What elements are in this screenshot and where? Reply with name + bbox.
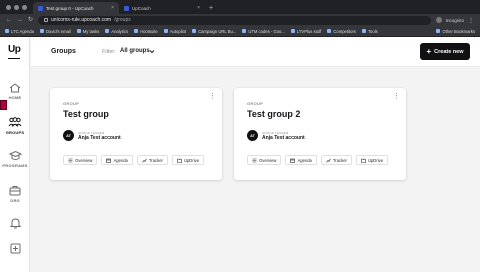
browser-tab-bar: Test group 0 - UpCoach × UpCoach × +	[0, 0, 480, 14]
page-title: Groups	[51, 48, 76, 55]
maximize-window-dot[interactable]	[22, 5, 27, 10]
close-tab-icon[interactable]: ×	[111, 5, 114, 11]
card-actions: Overview Agenda Tracker UpDrive	[247, 155, 389, 165]
calendar-icon	[290, 158, 296, 163]
bookmark-item[interactable]: Hootsuite	[134, 29, 158, 34]
sidebar-marker	[0, 100, 7, 110]
bookmark-item[interactable]: Analytics	[105, 29, 128, 34]
card-actions: Overview Agenda Tracker UpDrive	[63, 155, 205, 165]
folder-icon	[177, 158, 182, 163]
tracker-icon	[326, 158, 331, 163]
plus-icon: +	[426, 46, 432, 56]
bookmark-item[interactable]: Tools	[361, 29, 378, 34]
lock-icon	[44, 18, 49, 22]
list-icon	[252, 158, 257, 162]
back-arrow-icon[interactable]: ←	[6, 17, 12, 23]
close-tab-icon[interactable]: ×	[197, 5, 200, 11]
tracker-icon	[142, 158, 147, 163]
bookmark-item[interactable]: David's email	[39, 29, 71, 34]
avatar: AT	[247, 130, 258, 141]
incognito-icon[interactable]	[435, 17, 442, 23]
programs-icon	[8, 150, 22, 160]
bookmark-item[interactable]: Campaign URL Bu...	[192, 29, 236, 34]
browser-tab[interactable]: UpCoach ×	[119, 2, 205, 14]
window-controls[interactable]	[0, 5, 33, 14]
leader-name: Anja Test account	[78, 135, 121, 141]
bookmark-item[interactable]: Competitors	[327, 29, 356, 34]
filter-label: Filter:	[102, 48, 116, 55]
app-sidebar: Up HOME GROUPS PROGRAMS ORG	[0, 37, 30, 272]
card-type-label: GROUP	[247, 101, 264, 106]
updrive-button[interactable]: UpDrive	[171, 155, 205, 165]
card-type-label: GROUP	[63, 101, 80, 106]
bookmark-item[interactable]: My tasks	[76, 29, 99, 34]
groups-icon	[8, 117, 22, 127]
bookmark-item[interactable]: Autopilot	[163, 29, 186, 34]
overview-button[interactable]: Overview	[247, 155, 282, 165]
browser-toolbar-right: Incognito ⋮	[435, 17, 474, 24]
url-input[interactable]: unicorns-rule.upcoach.com/groups	[38, 15, 431, 25]
minimize-window-dot[interactable]	[14, 5, 19, 10]
chevron-down-icon[interactable]	[149, 49, 155, 54]
other-bookmarks[interactable]: Other Bookmarks	[436, 29, 475, 34]
sidebar-item-programs[interactable]: PROGRAMS	[0, 150, 30, 168]
avatar: AT	[63, 130, 74, 141]
sidebar-item-org[interactable]: ORG	[0, 185, 30, 203]
logo-underline	[8, 58, 20, 59]
card-menu-icon[interactable]: ⋮	[209, 93, 216, 100]
close-window-dot[interactable]	[6, 5, 11, 10]
group-card[interactable]: GROUP Test group 2 ⋮ AT GROUP LEADER Anj…	[234, 88, 406, 180]
sidebar-item-home[interactable]: HOME	[0, 83, 30, 100]
add-square-icon	[10, 243, 20, 254]
browser-menu-icon[interactable]: ⋮	[468, 17, 474, 24]
bookmark-item[interactable]: UTM codes - Goo...	[242, 29, 285, 34]
url-path: /groups	[114, 17, 131, 23]
upcoach-favicon-icon	[124, 5, 129, 11]
reload-icon[interactable]: ↻	[28, 17, 33, 23]
sidebar-item-add[interactable]	[0, 243, 30, 254]
folder-icon	[361, 158, 366, 163]
group-name[interactable]: Test group 2	[247, 109, 300, 119]
overview-button[interactable]: Overview	[63, 155, 98, 165]
group-card[interactable]: GROUP Test group ⋮ AT GROUP LEADER Anja …	[50, 88, 222, 180]
main-content: Groups Filter: All groups + Create new G…	[31, 37, 480, 272]
profile-label: Incognito	[445, 17, 464, 23]
list-icon	[68, 158, 73, 162]
bell-icon	[9, 218, 21, 229]
tracker-button[interactable]: Tracker	[320, 155, 352, 165]
calendar-icon	[106, 158, 112, 163]
card-menu-icon[interactable]: ⋮	[393, 93, 400, 100]
sidebar-item-notifications[interactable]	[0, 217, 30, 229]
address-bar: ← → ↻ unicorns-rule.upcoach.com/groups I…	[0, 14, 480, 26]
agenda-button[interactable]: Agenda	[285, 155, 317, 165]
agenda-button[interactable]: Agenda	[101, 155, 133, 165]
bookmark-item[interactable]: LTVPlus stuff	[290, 29, 321, 34]
upcoach-logo[interactable]: Up	[8, 44, 21, 55]
tab-title: Test group 0 - UpCoach	[46, 5, 94, 11]
tab-title: UpCoach	[132, 5, 151, 11]
home-icon	[9, 83, 21, 93]
org-icon	[9, 186, 21, 196]
url-host: unicorns-rule.upcoach.com	[51, 17, 112, 23]
create-new-button[interactable]: + Create new	[420, 43, 470, 60]
tracker-button[interactable]: Tracker	[136, 155, 168, 165]
updrive-button[interactable]: UpDrive	[355, 155, 389, 165]
bookmarks-bar: LTC Agenda David's email My tasks Analyt…	[0, 26, 480, 37]
filter-dropdown[interactable]: All groups	[120, 48, 150, 54]
group-name[interactable]: Test group	[63, 109, 109, 119]
page-header: Groups Filter: All groups + Create new	[31, 37, 480, 67]
leader-name: Anja Test account	[262, 135, 305, 141]
browser-tab-active[interactable]: Test group 0 - UpCoach ×	[33, 2, 119, 14]
bookmark-item[interactable]: LTC Agenda	[5, 29, 34, 34]
upcoach-favicon-icon	[38, 5, 43, 11]
new-tab-icon[interactable]: +	[205, 5, 217, 14]
forward-arrow-icon[interactable]: →	[17, 17, 23, 23]
sidebar-item-groups[interactable]: GROUPS	[0, 117, 30, 135]
